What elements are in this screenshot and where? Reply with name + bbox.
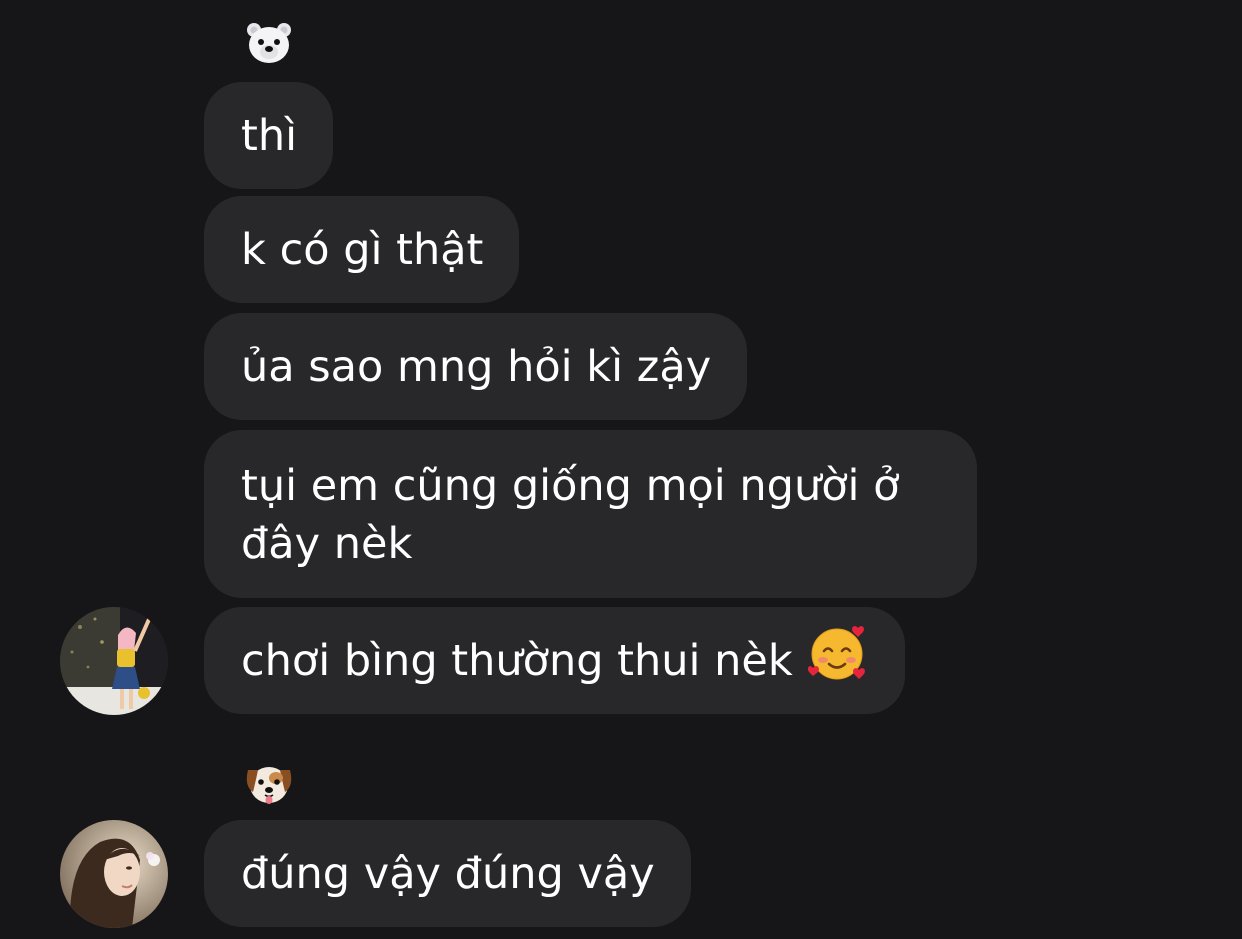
message-text: chơi bìng thường thui nèk	[241, 635, 793, 686]
message-bubble[interactable]: tụi em cũng giống mọi người ở đây nèk	[204, 430, 977, 598]
message-text: đúng vậy đúng vậy	[241, 848, 655, 899]
sender-avatar[interactable]	[60, 607, 168, 715]
message-bubble[interactable]: k có gì thật	[204, 196, 520, 303]
message-text: ủa sao mng hỏi kì zậy	[241, 341, 712, 392]
message-line-1: tụi em cũng giống mọi người ở	[241, 461, 900, 511]
message-text: thì	[241, 110, 298, 161]
message-bubble[interactable]: thì	[204, 82, 334, 189]
chat-thread: thì k có gì thật ủa sao mng hỏi kì zậy t…	[0, 0, 1242, 939]
message-bubble[interactable]: chơi bìng thường thui nèk	[204, 607, 905, 714]
dog-face-icon	[243, 762, 295, 808]
message-bubble[interactable]: đúng vậy đúng vậy	[204, 820, 691, 927]
message-text: tụi em cũng giống mọi người ở đây nèk	[241, 457, 899, 573]
message-bubble[interactable]: ủa sao mng hỏi kì zậy	[204, 313, 748, 420]
message-line-2: đây nèk	[241, 519, 413, 569]
message-text: k có gì thật	[241, 224, 484, 275]
sender-avatar[interactable]	[60, 820, 168, 928]
smiling-face-with-hearts-icon	[807, 624, 869, 697]
polar-bear-icon	[243, 20, 295, 66]
